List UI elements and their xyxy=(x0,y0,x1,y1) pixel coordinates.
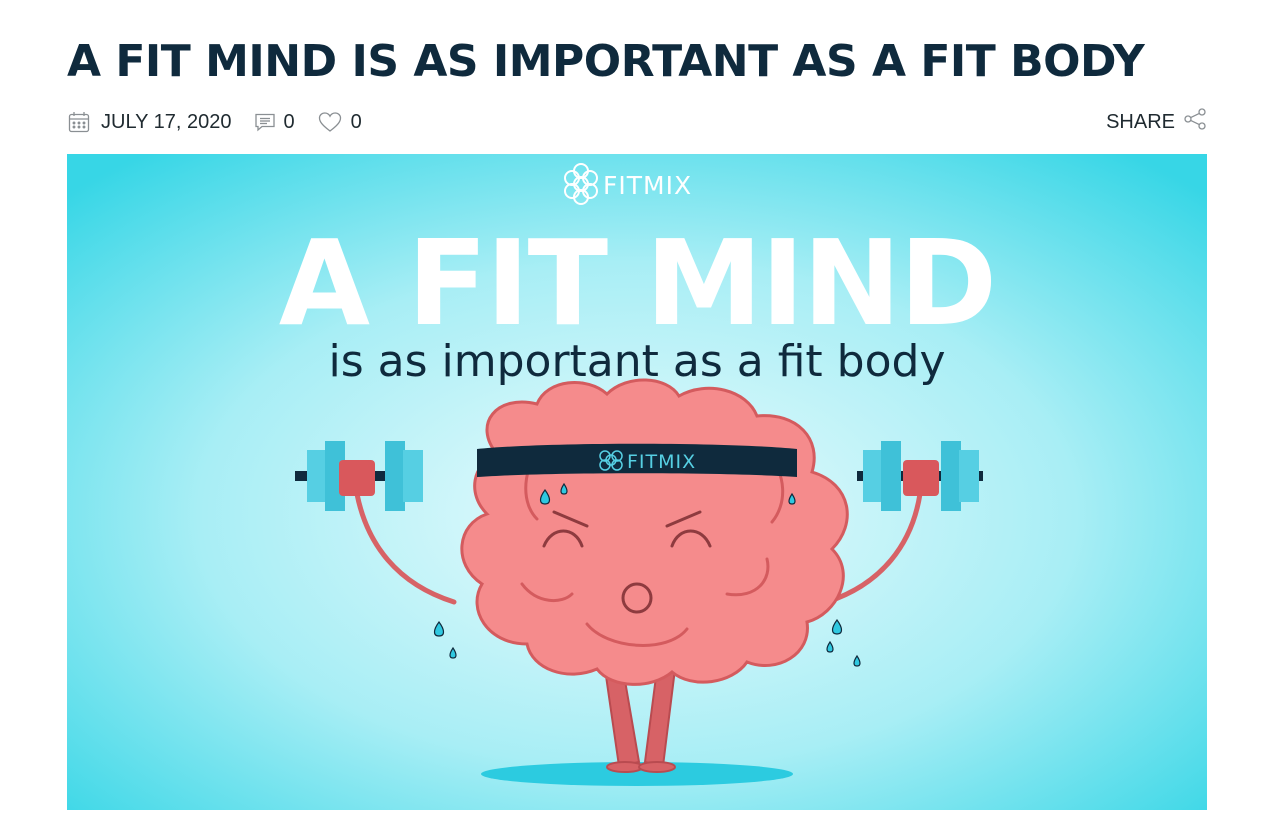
featured-image[interactable]: FITMIX A FIT MIND is as important as a f… xyxy=(67,154,1207,810)
blog-post: A FIT MIND IS AS IMPORTANT AS A FIT BODY… xyxy=(0,0,1287,827)
headband-brand: FITMIX xyxy=(627,451,696,473)
hero-brand: FITMIX xyxy=(603,171,692,200)
brain-character xyxy=(460,378,849,686)
share-button[interactable]: SHARE xyxy=(1106,107,1207,137)
post-title: A FIT MIND IS AS IMPORTANT AS A FIT BODY xyxy=(67,36,1145,87)
comments-count: 0 xyxy=(283,110,295,133)
post-date: JULY 17, 2020 xyxy=(67,110,231,134)
share-icon xyxy=(1183,107,1207,137)
comment-icon xyxy=(253,110,277,134)
post-date-text: JULY 17, 2020 xyxy=(101,110,232,133)
post-meta: JULY 17, 2020 0 0 SHARE xyxy=(67,106,1207,138)
comments-link[interactable]: 0 xyxy=(253,110,295,134)
like-button[interactable]: 0 xyxy=(317,110,362,134)
hero-headline: A FIT MIND xyxy=(279,214,996,352)
heart-icon xyxy=(317,110,343,134)
share-label: SHARE xyxy=(1106,110,1175,133)
calendar-icon xyxy=(67,110,91,134)
likes-count: 0 xyxy=(350,110,362,133)
headband: FITMIX xyxy=(477,443,797,477)
